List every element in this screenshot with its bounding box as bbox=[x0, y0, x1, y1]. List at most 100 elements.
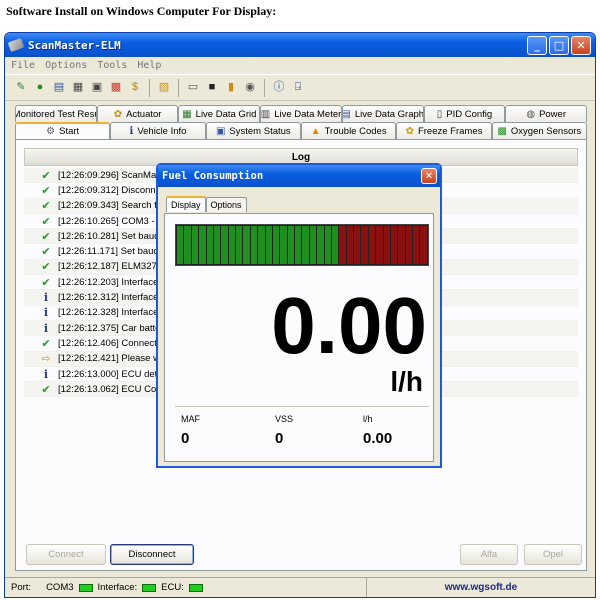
bar-segment bbox=[213, 226, 221, 264]
interface-label: Interface: bbox=[97, 582, 138, 593]
dialog-title-bar[interactable]: Fuel Consumption ✕ bbox=[158, 165, 440, 187]
bar-segment bbox=[317, 226, 324, 264]
about-icon[interactable]: ⓘ bbox=[271, 80, 287, 96]
connect-tool-icon[interactable]: ✎ bbox=[13, 80, 29, 96]
log-text: [12:26:11.171] Set baudr bbox=[58, 246, 162, 258]
display-panel: 0.00 l/h MAF 0 VSS 0 l/h 0.00 bbox=[164, 213, 434, 462]
check-icon: ✔ bbox=[41, 246, 51, 259]
tab-oxygen-sensors[interactable]: ▩ Oxygen Sensors bbox=[491, 122, 587, 139]
check-icon: ✔ bbox=[41, 337, 51, 350]
website-link[interactable]: www.wgsoft.de bbox=[367, 582, 595, 593]
bar-segment bbox=[339, 226, 346, 264]
info-icon: i bbox=[43, 367, 49, 381]
close-button[interactable]: ✕ bbox=[571, 35, 591, 55]
tab-live-data-grid[interactable]: ▦ Live Data Grid bbox=[178, 105, 261, 122]
disconnect-button[interactable]: Disconnect bbox=[110, 544, 194, 565]
display-tool-icon[interactable]: ■ bbox=[204, 80, 220, 96]
vss-readout: VSS 0 bbox=[275, 414, 293, 447]
minimize-button[interactable]: _ bbox=[527, 35, 547, 55]
meter-icon: ▥ bbox=[260, 108, 271, 120]
tab-monitored-test-results[interactable]: ◔Monitored Test Results bbox=[15, 105, 97, 122]
alfa-button[interactable]: Alfa bbox=[460, 544, 518, 565]
bar-segment bbox=[361, 226, 368, 264]
tab-system-status[interactable]: ▣ System Status bbox=[205, 122, 301, 139]
bar-segment bbox=[302, 226, 309, 264]
tab-pid-config[interactable]: ▯ PID Config bbox=[423, 105, 506, 122]
menu-help[interactable]: Help bbox=[137, 60, 161, 71]
log-text: [12:26:12.203] Interface bbox=[58, 276, 159, 288]
tab-trouble-codes[interactable]: ▲ Trouble Codes bbox=[300, 122, 397, 139]
dialog-close-button[interactable]: ✕ bbox=[421, 168, 437, 184]
lph-readout: l/h 0.00 bbox=[363, 414, 392, 447]
record-tool-icon[interactable]: ◉ bbox=[242, 80, 258, 96]
dialog-tab-options[interactable]: Options bbox=[205, 197, 247, 212]
log-text: [12:26:10.281] Set baudr bbox=[58, 230, 163, 242]
chart-tool-icon[interactable]: ▩ bbox=[108, 80, 124, 96]
log-text: [12:26:12.312] Interface bbox=[58, 292, 159, 304]
check-icon: ✔ bbox=[41, 230, 51, 243]
check-icon: ✔ bbox=[41, 184, 51, 197]
bar-segment bbox=[250, 226, 258, 264]
dollar-icon[interactable]: $ bbox=[127, 80, 143, 96]
title-bar[interactable]: ScanMaster-ELM _ □ ✕ bbox=[5, 33, 595, 57]
bar-segment bbox=[390, 226, 398, 264]
vss-value: 0 bbox=[275, 430, 284, 447]
log-text: [12:26:13.000] ECU detec bbox=[58, 368, 168, 380]
meter-tool-icon[interactable]: ▣ bbox=[89, 80, 105, 96]
notes-tool-icon[interactable]: ▧ bbox=[156, 80, 172, 96]
maximize-button[interactable]: □ bbox=[549, 35, 569, 55]
gear-icon: ⚙ bbox=[46, 126, 56, 137]
grid-tool-icon[interactable]: ▦ bbox=[70, 80, 86, 96]
port-label: Port: bbox=[11, 582, 32, 593]
bar-segment bbox=[324, 226, 331, 264]
tab-start[interactable]: ⚙ Start bbox=[15, 122, 111, 139]
bar-segment bbox=[383, 226, 390, 264]
check-icon: ✔ bbox=[41, 215, 51, 228]
tab-power[interactable]: ◍ Power bbox=[505, 105, 588, 122]
bar-segment bbox=[295, 226, 302, 264]
bar-segment bbox=[280, 226, 287, 264]
bar-segment bbox=[206, 226, 213, 264]
dialog-tab-display[interactable]: Display bbox=[166, 196, 206, 212]
exit-tool-icon[interactable]: ⍈ bbox=[290, 80, 306, 96]
warning-icon: ▲ bbox=[310, 125, 321, 137]
status-bar: Port: COM3 Interface: ECU: www.wgsoft.de bbox=[5, 577, 595, 597]
consumption-unit: l/h bbox=[390, 366, 423, 397]
menu-tools[interactable]: Tools bbox=[97, 60, 127, 71]
port-value: COM3 bbox=[46, 582, 74, 593]
bar-segment bbox=[243, 226, 250, 264]
log-text: [12:26:10.265] COM3 - C bbox=[58, 215, 165, 227]
ecu-led-icon bbox=[188, 583, 203, 592]
grid-icon: ▦ bbox=[182, 108, 192, 120]
tab-vehicle-info[interactable]: i Vehicle Info bbox=[110, 122, 206, 139]
menu-file[interactable]: File bbox=[11, 60, 35, 71]
port-led-icon bbox=[78, 583, 93, 592]
maf-value: 0 bbox=[181, 430, 190, 447]
bar-segment bbox=[331, 226, 339, 264]
log-text: [12:26:12.421] Please wa bbox=[58, 353, 166, 365]
battery-tool-icon[interactable]: ▮ bbox=[223, 80, 239, 96]
info-icon: i bbox=[43, 321, 49, 335]
tab-strip: ◔Monitored Test Results ✿Actuator ▦Live … bbox=[15, 105, 588, 139]
ecu-label: ECU: bbox=[161, 582, 184, 593]
bar-segment bbox=[413, 226, 420, 264]
tab-live-data-graph[interactable]: ▤ Live Data Graph bbox=[341, 105, 424, 122]
tab-freeze-frames[interactable]: ✿ Freeze Frames bbox=[396, 122, 492, 139]
bar-segment bbox=[354, 226, 361, 264]
lph-value: 0.00 bbox=[363, 430, 393, 447]
check-icon: ✔ bbox=[41, 261, 51, 274]
bar-segment bbox=[177, 226, 184, 264]
document-tool-icon[interactable]: ▤ bbox=[51, 80, 67, 96]
tab-live-data-meter[interactable]: ▥ Live Data Meter bbox=[260, 105, 342, 122]
lph-label: l/h bbox=[363, 414, 373, 424]
monitor-tool-icon[interactable]: ▭ bbox=[185, 80, 201, 96]
bar-segment bbox=[287, 226, 294, 264]
sensor-icon: ▩ bbox=[497, 125, 507, 137]
connect-button[interactable]: Connect bbox=[26, 544, 106, 565]
tab-actuator[interactable]: ✿ Actuator bbox=[96, 105, 179, 122]
globe-icon[interactable]: ● bbox=[32, 80, 48, 96]
maf-label: MAF bbox=[181, 414, 200, 424]
power-icon: ◍ bbox=[526, 108, 536, 120]
menu-options[interactable]: Options bbox=[45, 60, 87, 71]
opel-button[interactable]: Opel bbox=[524, 544, 582, 565]
